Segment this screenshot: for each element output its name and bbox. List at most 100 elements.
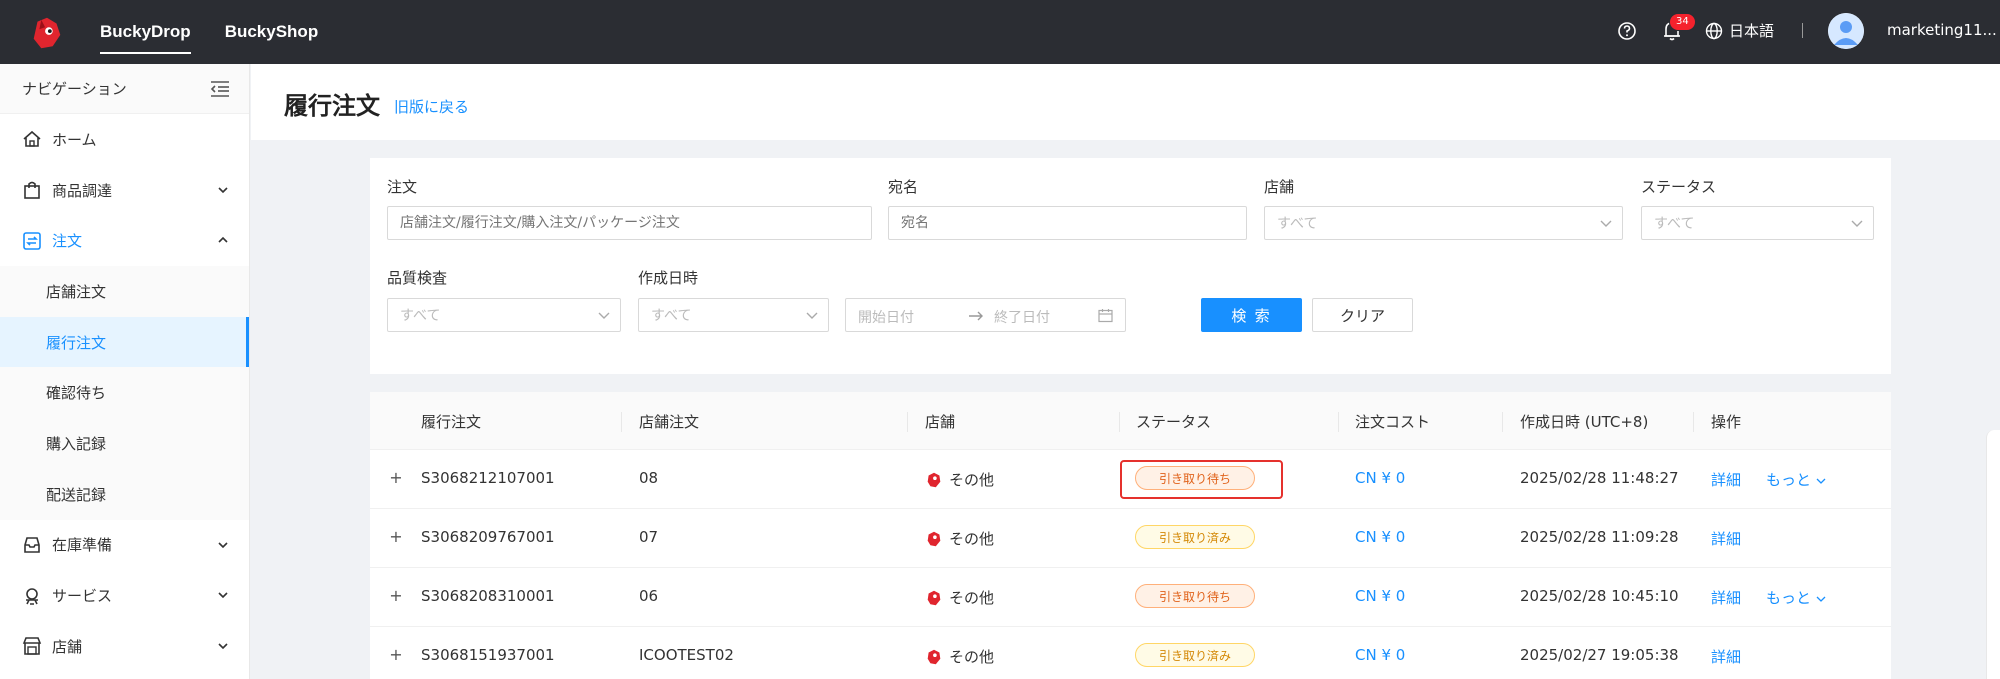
qc-select[interactable]: すべて — [387, 298, 621, 332]
created-at: 2025/02/28 10:45:10 — [1520, 587, 1679, 605]
expand-row-icon[interactable]: + — [388, 529, 404, 546]
order-cost-link[interactable]: CN ¥ 0 — [1355, 528, 1405, 546]
service-bell-icon — [26, 587, 38, 605]
floating-side-panel[interactable] — [1986, 430, 2000, 679]
header-divider — [1802, 23, 1803, 38]
recipient-filter-label: 宛名 — [888, 178, 919, 196]
order-search-input[interactable] — [387, 206, 872, 240]
sidebar-item-shipping-records[interactable]: 配送記録 — [0, 469, 249, 520]
chevron-down-icon — [218, 187, 228, 193]
detail-link[interactable]: 詳細 — [1711, 528, 1741, 549]
chevron-down-icon — [598, 312, 610, 319]
order-cost-link[interactable]: CN ¥ 0 — [1355, 469, 1405, 487]
start-date-input[interactable]: 開始日付 — [858, 307, 914, 327]
sidebar-item-purchase-records[interactable]: 購入記録 — [0, 418, 249, 469]
sidebar-item-orders[interactable]: 注文 — [0, 215, 249, 266]
sidebar-item-shops[interactable]: 店舗 — [0, 621, 249, 672]
help-icon[interactable] — [1617, 21, 1637, 41]
detail-link[interactable]: 詳細 — [1711, 587, 1741, 608]
chevron-down-icon — [1816, 478, 1826, 484]
col-status: ステータス — [1136, 413, 1212, 431]
nav-buckyshop[interactable]: BuckyShop — [225, 14, 319, 50]
order-cost-link[interactable]: CN ¥ 0 — [1355, 646, 1405, 664]
avatar[interactable] — [1828, 13, 1864, 49]
sidebar-item-fulfillment-orders[interactable]: 履行注文 — [0, 316, 249, 368]
shop-order-id: 06 — [639, 587, 659, 605]
sidebar-item-sourcing[interactable]: 商品調達 — [0, 165, 249, 216]
buckydrop-logo-icon[interactable] — [28, 14, 66, 52]
shop-name: その他 — [949, 530, 995, 548]
username[interactable]: marketing11... — [1887, 21, 1997, 39]
filter-panel: 注文 宛名 店舗 すべて ステータス すべて 品質検査 すべて 作成日時 すべて… — [370, 158, 1891, 374]
table-header: 履行注文 店舗注文 店舗 ステータス 注文コスト 作成日時 (UTC+8) 操作 — [370, 392, 1891, 450]
status-badge: 引き取り済み — [1135, 643, 1255, 667]
fulfillment-order-id: S3068151937001 — [421, 646, 555, 664]
recipient-input[interactable] — [888, 206, 1247, 240]
created-filter-label: 作成日時 — [638, 269, 699, 287]
highlight-annotation — [1120, 460, 1283, 499]
shop-logo-icon — [927, 531, 941, 546]
column-divider — [1119, 412, 1120, 432]
page-header: 履行注文 旧版に戻る — [251, 64, 2000, 140]
shop-cell: その他 — [925, 587, 994, 608]
date-range-picker[interactable]: 開始日付 終了日付 — [845, 298, 1126, 332]
collapse-menu-icon[interactable] — [209, 79, 231, 99]
sidebar-item-shop-orders[interactable]: 店舗注文 — [0, 266, 249, 317]
col-fulfillment-order: 履行注文 — [421, 413, 482, 431]
detail-link[interactable]: 詳細 — [1711, 469, 1741, 490]
created-select-value: すべて — [651, 308, 692, 324]
shop-filter-label: 店舗 — [1264, 178, 1295, 196]
chevron-down-icon — [218, 592, 228, 599]
shop-name: その他 — [949, 589, 995, 607]
sidebar-item-services[interactable]: サービス — [0, 570, 249, 621]
inbox-icon — [24, 537, 40, 553]
shop-name: その他 — [949, 648, 995, 666]
shop-cell: その他 — [925, 469, 994, 490]
detail-link[interactable]: 詳細 — [1711, 646, 1741, 667]
fulfillment-order-id: S3068212107001 — [421, 469, 555, 487]
expand-row-icon[interactable]: + — [388, 588, 404, 605]
nav-buckydrop[interactable]: BuckyDrop — [100, 14, 191, 54]
sidebar-item-pending-confirmation[interactable]: 確認待ち — [0, 367, 249, 418]
col-created-at: 作成日時 (UTC+8) — [1520, 413, 1649, 431]
expand-row-icon[interactable]: + — [388, 647, 404, 664]
back-to-old-version-link[interactable]: 旧版に戻る — [394, 96, 469, 117]
orders-icon — [23, 231, 41, 250]
clear-button[interactable]: クリア — [1312, 298, 1413, 332]
shop-select[interactable]: すべて — [1264, 206, 1623, 240]
created-at: 2025/02/27 19:05:38 — [1520, 646, 1679, 664]
more-dropdown[interactable]: もっと — [1766, 587, 1826, 608]
sidebar: ナビゲーション ホーム 商品調達 注文 店舗注文 履行注文 確認待ち 購入記録 … — [0, 64, 250, 679]
chevron-down-icon — [806, 312, 818, 319]
shop-select-value: すべて — [1277, 216, 1318, 232]
created-at: 2025/02/28 11:09:28 — [1520, 528, 1679, 546]
sidebar-item-home[interactable]: ホーム — [0, 114, 249, 165]
qc-select-value: すべて — [400, 308, 441, 324]
sidebar-item-inventory[interactable]: 在庫準備 — [0, 520, 249, 571]
sidebar-item-label: 商品調達 — [52, 181, 113, 200]
table-row: + S3068151937001 ICOOTEST02 その他 引き取り済み C… — [370, 627, 1891, 679]
shop-cell: その他 — [925, 528, 994, 549]
status-select[interactable]: すべて — [1641, 206, 1874, 240]
top-nav: BuckyDrop BuckyShop — [100, 0, 318, 64]
more-dropdown[interactable]: もっと — [1766, 469, 1826, 490]
expand-row-icon[interactable]: + — [388, 470, 404, 487]
status-badge: 引き取り済み — [1135, 525, 1255, 549]
status-filter-label: ステータス — [1641, 178, 1717, 196]
shopping-bag-icon — [24, 181, 40, 199]
home-icon — [23, 131, 41, 148]
col-shop: 店舗 — [925, 413, 956, 431]
orders-table: 履行注文 店舗注文 店舗 ステータス 注文コスト 作成日時 (UTC+8) 操作… — [370, 392, 1891, 679]
globe-icon — [1705, 22, 1723, 39]
top-header: BuckyDrop BuckyShop 34 日本語 marketing11..… — [0, 0, 2000, 64]
created-select[interactable]: すべて — [638, 298, 829, 332]
status-select-value: すべて — [1654, 216, 1695, 232]
order-cost-link[interactable]: CN ¥ 0 — [1355, 587, 1405, 605]
shop-name: その他 — [949, 471, 995, 489]
chevron-up-icon — [218, 237, 228, 243]
status-badge: 引き取り待ち — [1135, 584, 1255, 608]
sidebar-item-label: 店舗 — [52, 637, 83, 656]
language-selector[interactable]: 日本語 — [1705, 20, 1774, 41]
search-button[interactable]: 検 索 — [1201, 298, 1302, 332]
end-date-input[interactable]: 終了日付 — [994, 307, 1050, 327]
